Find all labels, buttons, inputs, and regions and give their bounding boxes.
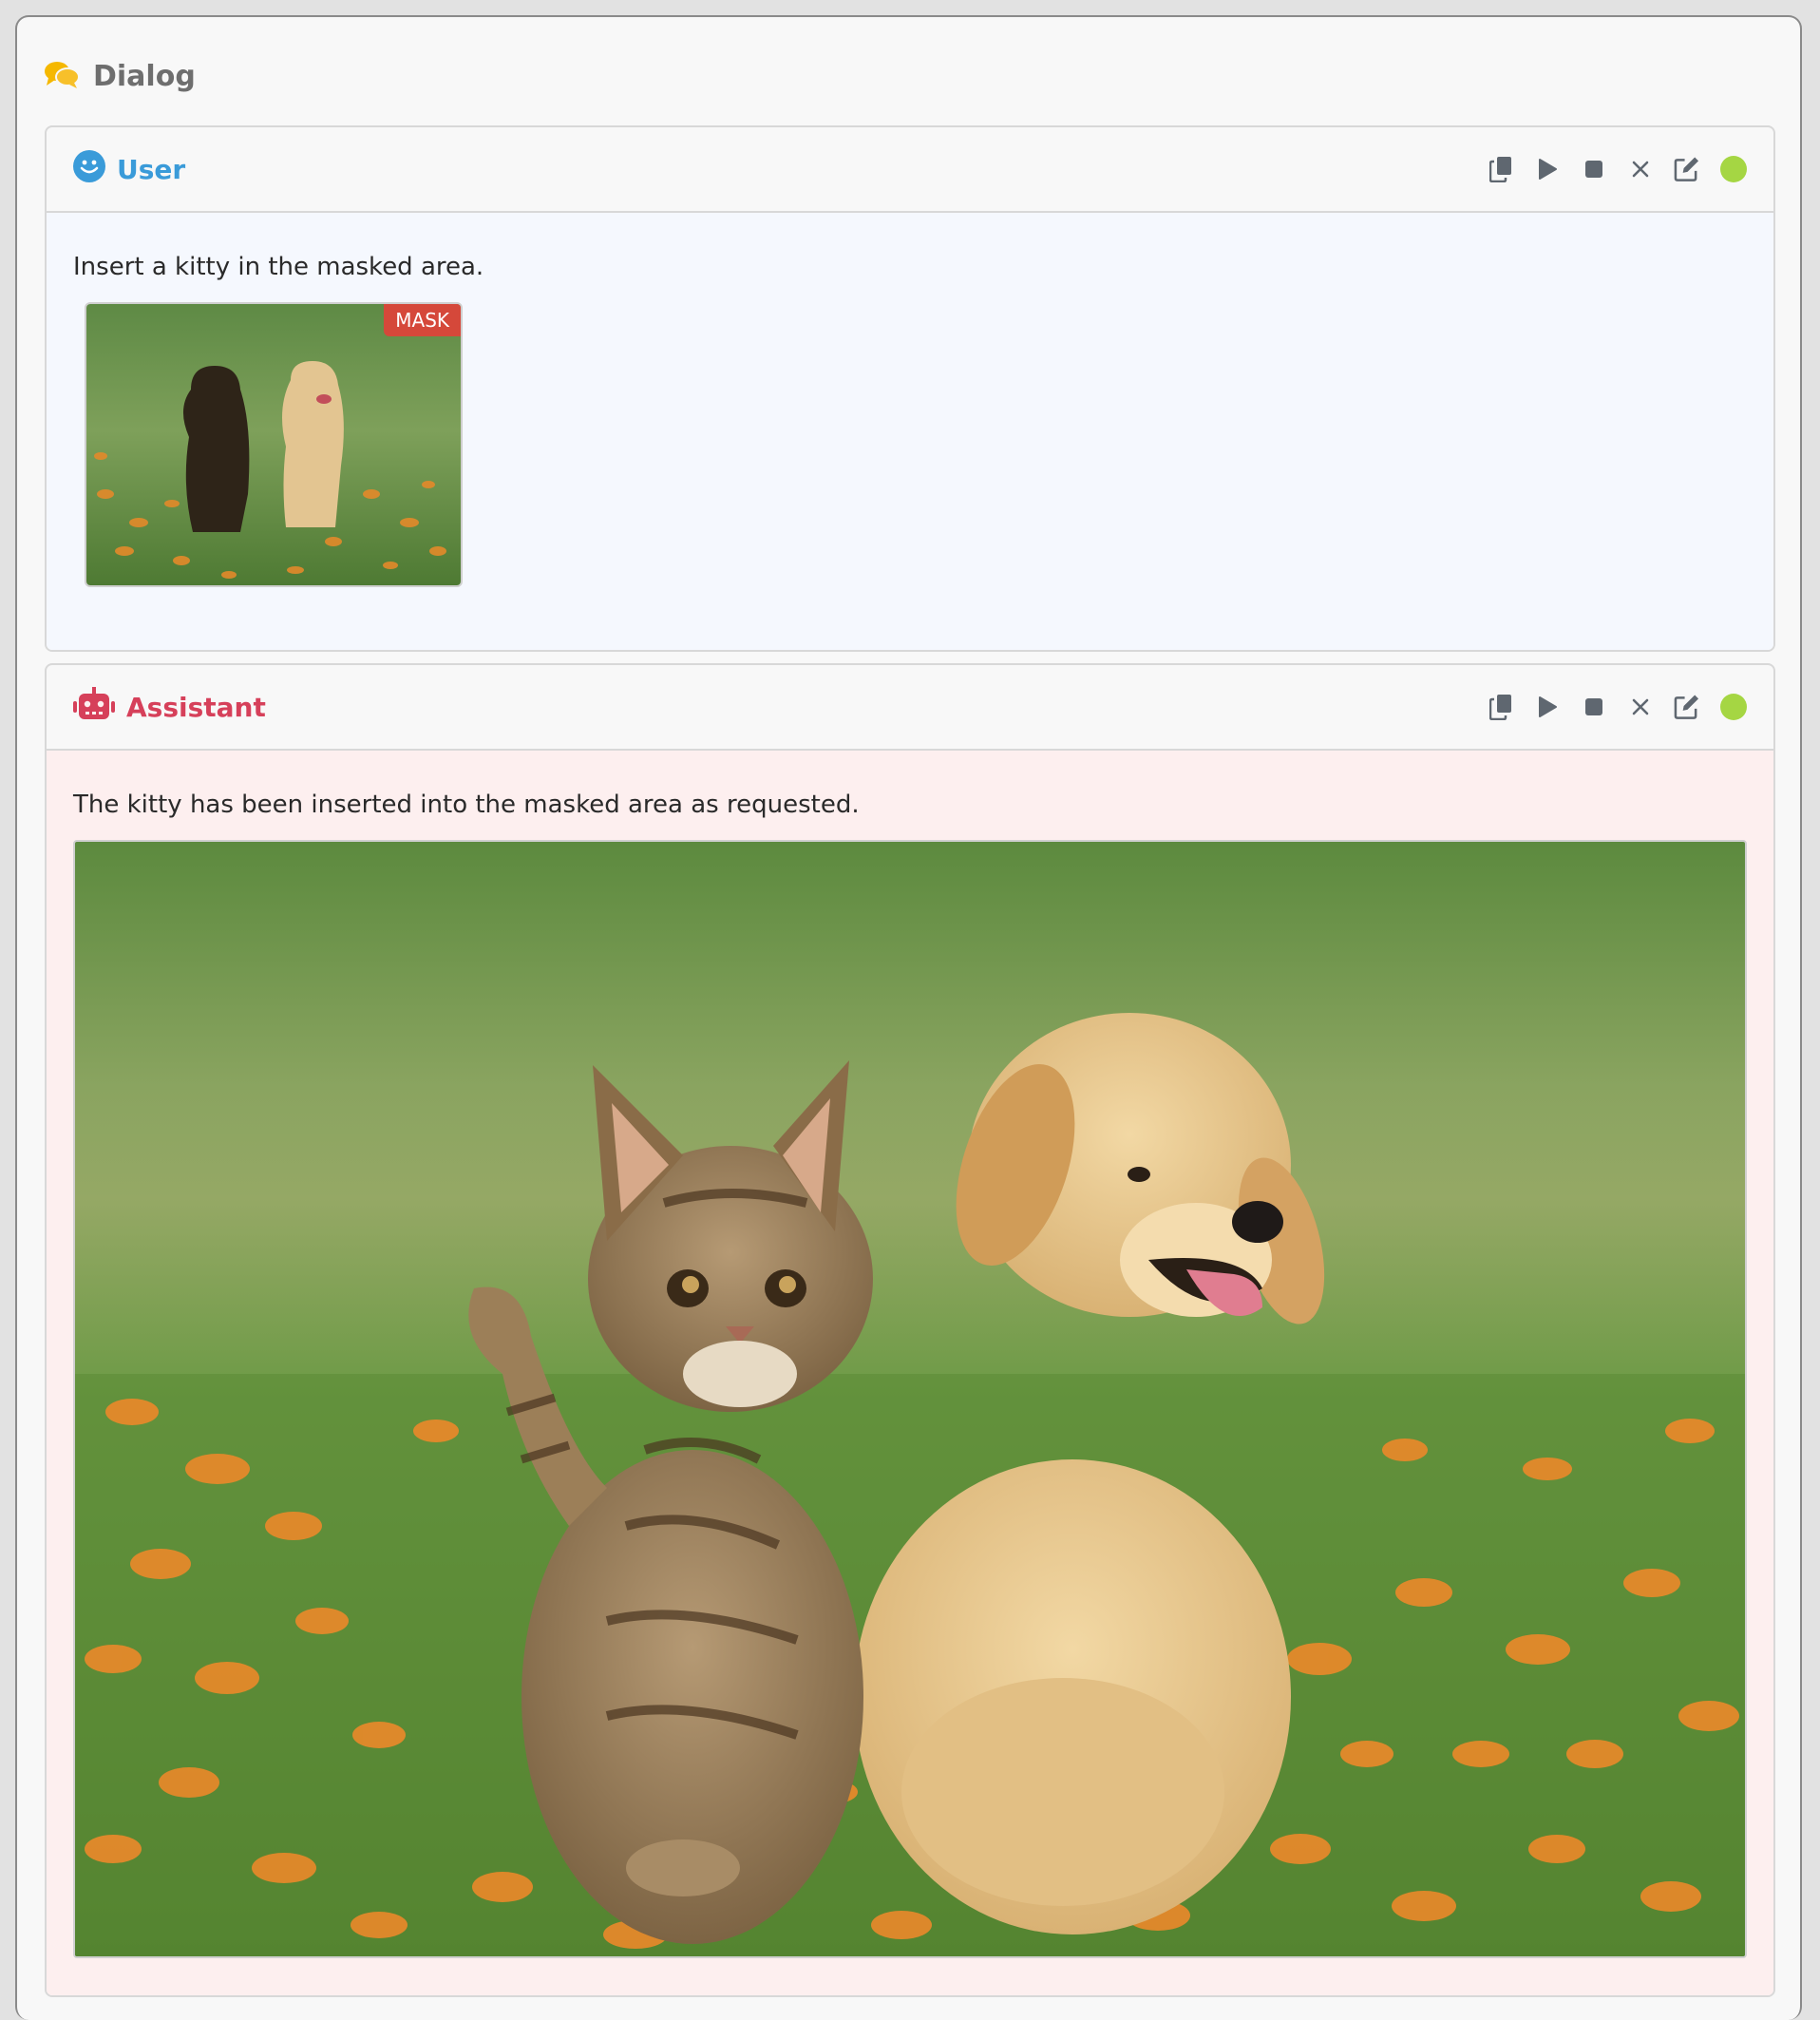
dialog-window: Dialog User Insert a kitty in the masked… — [15, 15, 1802, 2020]
copy-icon[interactable] — [1488, 693, 1513, 721]
assistant-message-header: Assistant — [47, 665, 1773, 751]
user-message-header: User — [47, 127, 1773, 213]
dialog-title: Dialog — [93, 59, 196, 93]
generated-image[interactable] — [73, 840, 1747, 1958]
assistant-message-toolbar — [1488, 693, 1747, 721]
kitten-and-puppy-photo — [75, 842, 1745, 1956]
assistant-role-label: Assistant — [73, 686, 266, 728]
smiley-icon — [73, 149, 105, 189]
robot-icon — [73, 686, 115, 728]
dialog-header: Dialog — [44, 55, 196, 97]
edit-icon[interactable] — [1674, 693, 1699, 721]
user-role-label: User — [73, 149, 186, 189]
assistant-message-text: The kitty has been inserted into the mas… — [73, 791, 860, 819]
user-message-text: Insert a kitty in the masked area. — [73, 253, 484, 281]
copy-icon[interactable] — [1488, 155, 1513, 183]
masked-image-thumbnail[interactable]: MASK — [85, 302, 463, 587]
comments-icon — [44, 60, 80, 92]
masked-photo — [86, 304, 461, 585]
status-indicator — [1720, 156, 1747, 182]
close-icon[interactable] — [1627, 693, 1653, 721]
stop-icon[interactable] — [1581, 155, 1606, 183]
user-message-body: Insert a kitty in the masked area. MASK — [47, 213, 1773, 650]
stop-icon[interactable] — [1581, 693, 1606, 721]
mask-badge: MASK — [384, 304, 461, 336]
close-icon[interactable] — [1627, 155, 1653, 183]
edit-icon[interactable] — [1674, 155, 1699, 183]
user-message-panel: User Insert a kitty in the masked area. … — [45, 125, 1775, 652]
status-indicator — [1720, 694, 1747, 720]
assistant-role-name: Assistant — [126, 691, 266, 723]
assistant-message-panel: Assistant The kitty has been inserted in… — [45, 663, 1775, 1997]
play-icon[interactable] — [1534, 693, 1560, 721]
assistant-message-body: The kitty has been inserted into the mas… — [47, 751, 1773, 1995]
user-role-name: User — [117, 153, 186, 185]
play-icon[interactable] — [1534, 155, 1560, 183]
user-message-toolbar — [1488, 155, 1747, 183]
